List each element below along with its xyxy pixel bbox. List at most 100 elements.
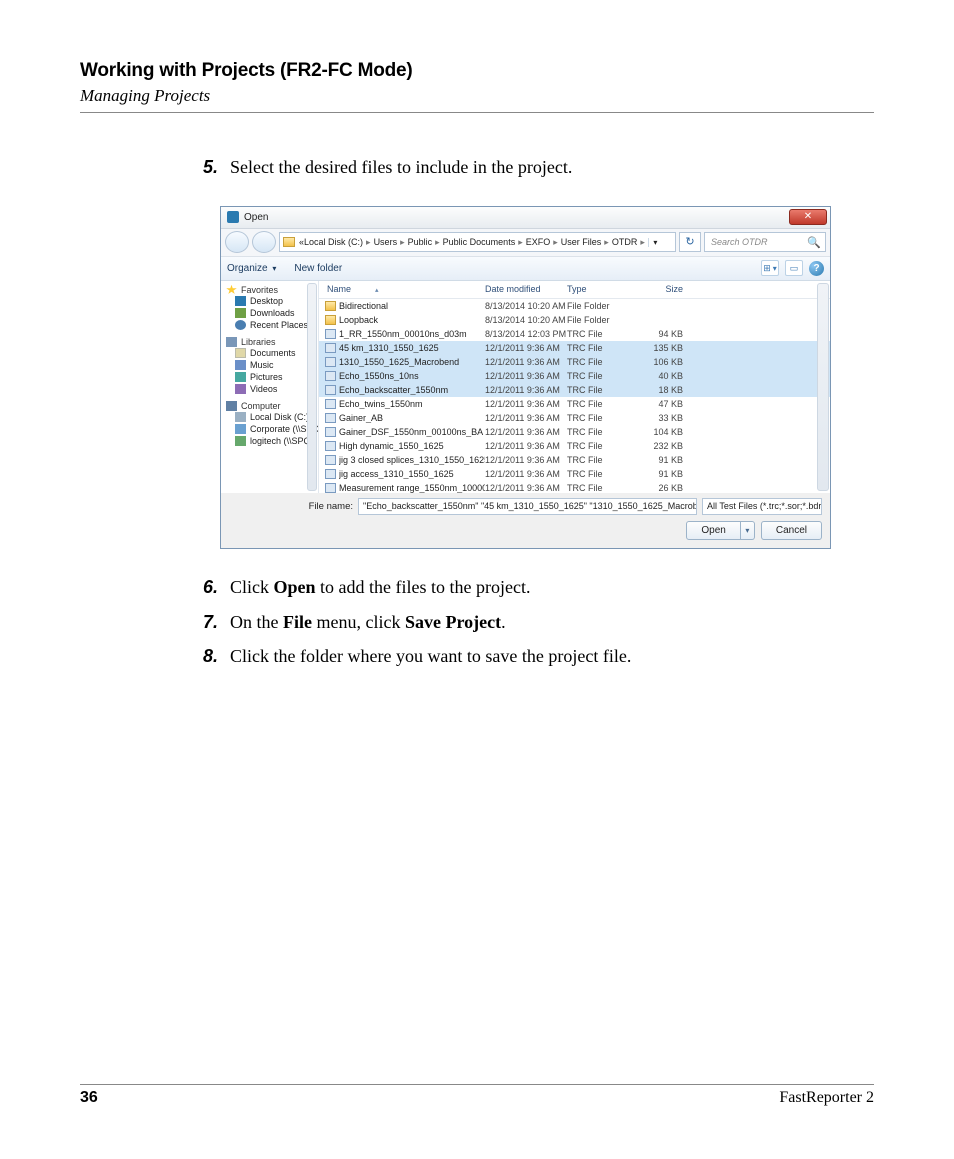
sort-indicator-icon: ▴ xyxy=(375,287,379,294)
file-row[interactable]: Echo_1550ns_10ns12/1/2011 9:36 AMTRC Fil… xyxy=(319,369,830,383)
open-button-dropdown[interactable]: ▾ xyxy=(741,521,755,540)
col-size[interactable]: Size xyxy=(633,284,691,294)
view-button[interactable]: ⊞▾ xyxy=(761,260,779,276)
search-placeholder: Search OTDR xyxy=(711,237,768,247)
file-row[interactable]: jig 3 closed splices_1310_1550_162512/1/… xyxy=(319,453,830,467)
sidebar-music[interactable]: Music xyxy=(250,360,274,370)
file-type: TRC File xyxy=(567,413,633,423)
breadcrumb-part[interactable]: User Files xyxy=(561,237,602,247)
sidebar-desktop[interactable]: Desktop xyxy=(250,296,283,306)
file-date: 8/13/2014 12:03 PM xyxy=(485,329,567,339)
back-button[interactable] xyxy=(225,231,249,253)
forward-button[interactable] xyxy=(252,231,276,253)
file-type: TRC File xyxy=(567,469,633,479)
sidebar-videos[interactable]: Videos xyxy=(250,384,277,394)
sidebar-computer[interactable]: Computer xyxy=(241,401,281,411)
file-row[interactable]: Measurement range_1550nm_10000ns12/1/201… xyxy=(319,481,830,495)
file-name: Gainer_DSF_1550nm_00100ns_BA xyxy=(339,427,485,437)
file-row[interactable]: 45 km_1310_1550_162512/1/2011 9:36 AMTRC… xyxy=(319,341,830,355)
file-row[interactable]: Bidirectional8/13/2014 10:20 AMFile Fold… xyxy=(319,299,830,313)
file-size: 47 KB xyxy=(633,399,691,409)
search-input[interactable]: Search OTDR 🔍 xyxy=(704,232,826,252)
col-date[interactable]: Date modified xyxy=(485,284,567,294)
dialog-title: Open xyxy=(244,212,789,223)
preview-button[interactable]: ▭ xyxy=(785,260,803,276)
organize-button[interactable]: Organize ▾ xyxy=(227,263,276,274)
music-icon xyxy=(235,360,246,370)
filetype-select[interactable]: All Test Files (*.trc;*.sor;*.bdr;*.f ▾ xyxy=(702,498,822,515)
file-name: jig 3 closed splices_1310_1550_1625 xyxy=(339,455,485,465)
file-type: TRC File xyxy=(567,385,633,395)
file-row[interactable]: Echo_twins_1550nm12/1/2011 9:36 AMTRC Fi… xyxy=(319,397,830,411)
star-icon xyxy=(226,285,237,295)
file-name: jig access_1310_1550_1625 xyxy=(339,469,485,479)
sidebar-localdisk[interactable]: Local Disk (C:) xyxy=(250,412,309,422)
file-icon xyxy=(325,329,336,339)
filename-label: File name: xyxy=(303,501,353,512)
file-icon xyxy=(325,399,336,409)
file-size: 94 KB xyxy=(633,329,691,339)
sidebar-favorites[interactable]: Favorites xyxy=(241,285,278,295)
file-size: 91 KB xyxy=(633,455,691,465)
step-text: Click Open to add the files to the proje… xyxy=(230,573,874,602)
file-row[interactable]: jig access_1310_1550_162512/1/2011 9:36 … xyxy=(319,467,830,481)
sidebar-recent[interactable]: Recent Places xyxy=(250,320,308,330)
file-name: Echo_twins_1550nm xyxy=(339,399,485,409)
sidebar-documents[interactable]: Documents xyxy=(250,348,296,358)
section-subtitle: Managing Projects xyxy=(80,86,874,106)
sidebar-pictures[interactable]: Pictures xyxy=(250,372,283,382)
sidebar-logitech[interactable]: logitech (\\SPQC xyxy=(250,436,317,446)
file-icon xyxy=(325,357,336,367)
breadcrumb-dropdown[interactable]: ▾ xyxy=(648,238,662,247)
breadcrumb-part[interactable]: Public Documents xyxy=(443,237,516,247)
breadcrumb-bar[interactable]: « Local Disk (C:)▸ Users▸ Public▸ Public… xyxy=(279,232,676,252)
file-row[interactable]: High dynamic_1550_162512/1/2011 9:36 AMT… xyxy=(319,439,830,453)
file-name: Bidirectional xyxy=(339,301,485,311)
folder-icon xyxy=(325,315,336,325)
file-name: 1310_1550_1625_Macrobend xyxy=(339,357,485,367)
computer-icon xyxy=(226,401,237,411)
breadcrumb-part[interactable]: OTDR xyxy=(612,237,638,247)
sidebar-corporate[interactable]: Corporate (\\SPC xyxy=(250,424,319,434)
file-icon xyxy=(325,343,336,353)
file-type: File Folder xyxy=(567,301,633,311)
open-button-main[interactable]: Open xyxy=(686,521,740,540)
file-row[interactable]: Gainer_AB12/1/2011 9:36 AMTRC File33 KB xyxy=(319,411,830,425)
breadcrumb-part[interactable]: EXFO xyxy=(526,237,551,247)
open-button[interactable]: Open ▾ xyxy=(686,521,754,540)
file-icon xyxy=(325,483,336,493)
breadcrumb-part[interactable]: Users xyxy=(374,237,398,247)
help-icon[interactable]: ? xyxy=(809,261,824,276)
col-type[interactable]: Type xyxy=(567,284,633,294)
sidebar-downloads[interactable]: Downloads xyxy=(250,308,295,318)
nav-sidebar: Favorites Desktop Downloads Recent Place… xyxy=(221,281,319,493)
breadcrumb-part[interactable]: Public xyxy=(408,237,433,247)
file-row[interactable]: 1310_1550_1625_Macrobend12/1/2011 9:36 A… xyxy=(319,355,830,369)
file-row[interactable]: 1_RR_1550nm_00010ns_d03m8/13/2014 12:03 … xyxy=(319,327,830,341)
file-row[interactable]: Gainer_DSF_1550nm_00100ns_BA12/1/2011 9:… xyxy=(319,425,830,439)
file-type: TRC File xyxy=(567,483,633,493)
file-date: 12/1/2011 9:36 AM xyxy=(485,399,567,409)
cancel-button[interactable]: Cancel xyxy=(761,521,822,540)
new-folder-button[interactable]: New folder xyxy=(294,263,342,274)
filename-input[interactable]: "Echo_backscatter_1550nm" "45 km_1310_15… xyxy=(358,498,697,515)
file-type: TRC File xyxy=(567,343,633,353)
file-name: Echo_backscatter_1550nm xyxy=(339,385,485,395)
refresh-button[interactable]: ↻ xyxy=(679,232,701,252)
step-number: 5. xyxy=(200,153,230,182)
col-name[interactable]: Name▴ xyxy=(319,284,485,294)
picture-icon xyxy=(235,372,246,382)
sidebar-libraries[interactable]: Libraries xyxy=(241,337,276,347)
step-text: Click the folder where you want to save … xyxy=(230,642,874,671)
breadcrumb-part[interactable]: Local Disk (C:) xyxy=(304,237,363,247)
file-type: File Folder xyxy=(567,315,633,325)
file-size: 18 KB xyxy=(633,385,691,395)
file-type: TRC File xyxy=(567,371,633,381)
file-icon xyxy=(325,385,336,395)
file-row[interactable]: Loopback8/13/2014 10:20 AMFile Folder xyxy=(319,313,830,327)
file-date: 12/1/2011 9:36 AM xyxy=(485,427,567,437)
file-size: 106 KB xyxy=(633,357,691,367)
network-icon xyxy=(235,436,246,446)
close-button[interactable]: ✕ xyxy=(789,209,827,225)
file-row[interactable]: Echo_backscatter_1550nm12/1/2011 9:36 AM… xyxy=(319,383,830,397)
